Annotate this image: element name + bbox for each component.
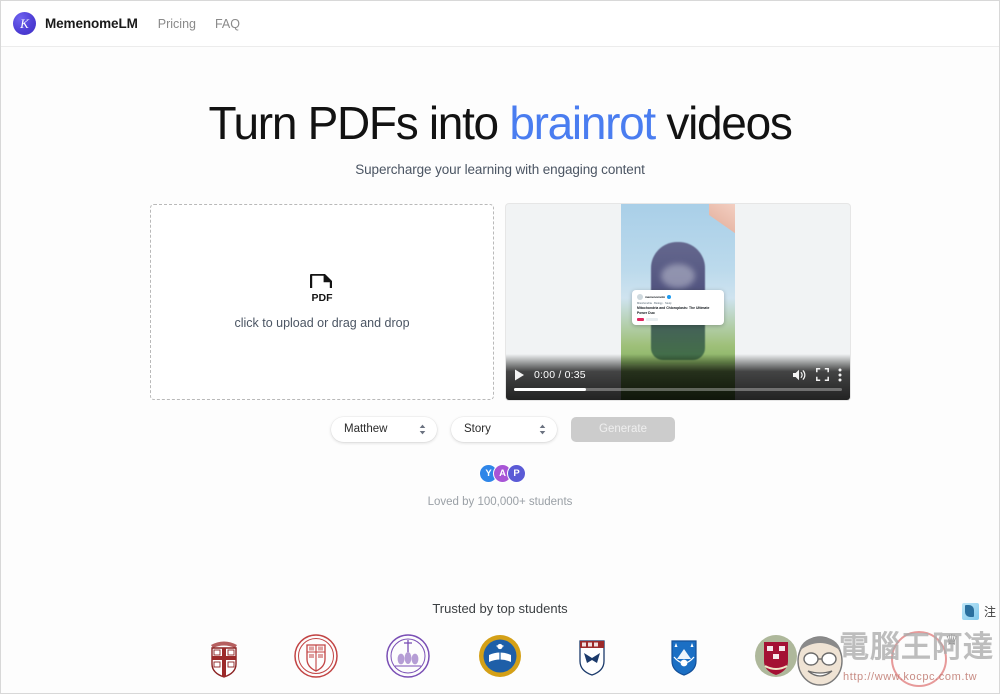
app-page: K MemenomeLM Pricing FAQ Turn PDFs into … (0, 0, 1000, 694)
video-controls-bar: 0:00 / 0:35 (506, 353, 850, 400)
brand-logo-icon: K (13, 12, 36, 35)
stepper-chevrons-icon (419, 424, 426, 435)
trusted-by-title: Trusted by top students (432, 601, 568, 616)
brown-university-seal (201, 633, 247, 679)
headline-part-2: videos (654, 97, 792, 149)
pdf-file-icon: PDF (309, 273, 335, 304)
voice-select-value: Matthew (344, 423, 388, 436)
video-overlay-subtext: Mitochondria · Biology · Study (637, 301, 672, 305)
video-player[interactable]: memenomelm Mitochondria · Biology · Stud… (506, 203, 850, 400)
upload-dropzone-label: click to upload or drag and drop (234, 316, 410, 331)
loved-by-text: Loved by 100,000+ students (427, 495, 573, 508)
style-select[interactable]: Story (451, 416, 557, 442)
headline-accent: brainrot (509, 97, 656, 149)
cornell-university-seal (293, 633, 339, 679)
stepper-chevrons-icon (539, 424, 546, 435)
video-overlay-header: memenomelm (637, 293, 719, 300)
voice-select[interactable]: Matthew (331, 416, 437, 442)
video-time-display: 0:00 / 0:35 (534, 368, 586, 381)
main-row: PDF click to upload or drag and drop mem… (1, 203, 999, 400)
hero-section: Turn PDFs into brainrot videos Superchar… (1, 47, 999, 177)
page-subtitle: Supercharge your learning with engaging … (355, 161, 645, 177)
harvard-university-seal (753, 633, 799, 679)
video-overlay-chip-secondary (646, 318, 658, 322)
generate-button[interactable]: Generate (571, 416, 675, 442)
avatar: P (507, 463, 526, 483)
uc-irvine-seal (477, 633, 523, 679)
video-overlay-chip (637, 317, 644, 322)
verified-badge-icon (667, 294, 672, 299)
generation-controls: Matthew Story Generate (1, 416, 999, 442)
kebab-menu-icon[interactable] (838, 368, 842, 382)
university-of-pennsylvania-shield (569, 633, 615, 679)
northwestern-university-seal (385, 633, 431, 679)
university-logo-row (1, 633, 999, 679)
video-corner-accent (709, 203, 735, 234)
video-progress-bar[interactable] (514, 387, 842, 391)
volume-icon[interactable] (792, 368, 807, 382)
video-overlay-handle: memenomelm (645, 294, 666, 299)
brand-name: MemenomeLM (45, 16, 138, 31)
student-avatars: Y A P (1, 463, 999, 483)
page-title: Turn PDFs into brainrot videos (1, 97, 999, 149)
columbia-university-shield (661, 633, 707, 679)
video-overlay-card: memenomelm Mitochondria · Biology · Stud… (632, 289, 724, 326)
style-select-value: Story (464, 423, 491, 436)
top-navbar: K MemenomeLM Pricing FAQ (1, 1, 999, 47)
upload-dropzone[interactable]: PDF click to upload or drag and drop (150, 203, 494, 400)
brand[interactable]: K MemenomeLM (13, 12, 138, 35)
video-controls-row: 0:00 / 0:35 (506, 362, 850, 388)
video-progress-fill (514, 387, 587, 391)
svg-text:PDF: PDF (312, 292, 334, 303)
fullscreen-icon[interactable] (816, 368, 829, 382)
nav-links: Pricing FAQ (158, 17, 240, 31)
headline-part-1: Turn PDFs into (208, 97, 510, 149)
video-overlay-title: Mitochondria and Chloroplasts: The Ultim… (637, 306, 710, 316)
video-overlay-footer (637, 317, 719, 322)
play-icon[interactable] (514, 369, 525, 381)
nav-link-pricing[interactable]: Pricing (158, 17, 196, 31)
nav-link-faq[interactable]: FAQ (215, 17, 240, 31)
avatar (637, 293, 643, 300)
